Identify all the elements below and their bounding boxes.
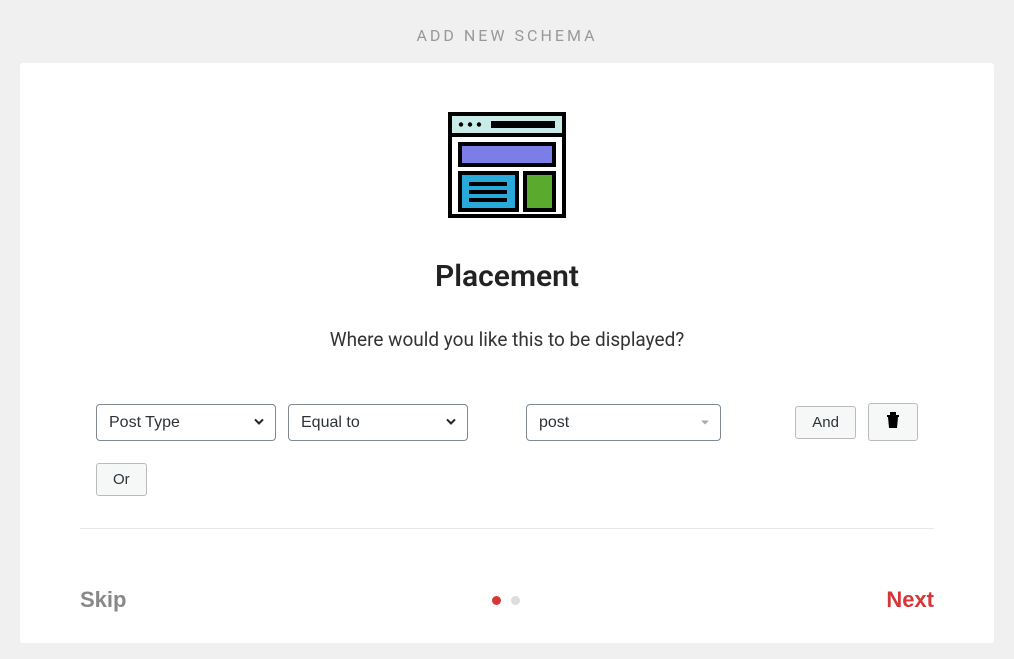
page-subtitle: Where would you like this to be displaye… — [330, 328, 685, 351]
modal-footer: Skip Next — [80, 587, 934, 613]
modal-content: Placement Where would you like this to b… — [80, 101, 934, 557]
operator-select[interactable]: Equal to — [288, 404, 468, 441]
next-button[interactable]: Next — [886, 587, 934, 613]
skip-button[interactable]: Skip — [80, 587, 126, 613]
modal-header-title: ADD NEW SCHEMA — [0, 0, 1014, 63]
or-button[interactable]: Or — [96, 463, 147, 496]
value-select-wrap: post — [526, 404, 721, 441]
modal-card: Placement Where would you like this to b… — [20, 63, 994, 643]
and-button[interactable]: And — [795, 406, 856, 439]
trash-icon — [885, 416, 901, 433]
page-title: Placement — [435, 259, 579, 294]
operator-select-wrap: Equal to — [288, 404, 468, 441]
step-dot-1 — [492, 596, 501, 605]
field-select[interactable]: Post Type — [96, 404, 276, 441]
delete-button[interactable] — [868, 403, 918, 441]
value-select[interactable]: post — [526, 404, 721, 441]
placement-rule-row: Post Type Equal to post — [80, 403, 934, 529]
placement-layout-icon — [447, 111, 567, 219]
step-dot-2 — [511, 596, 520, 605]
field-select-wrap: Post Type — [96, 404, 276, 441]
pagination-dots — [492, 596, 520, 605]
